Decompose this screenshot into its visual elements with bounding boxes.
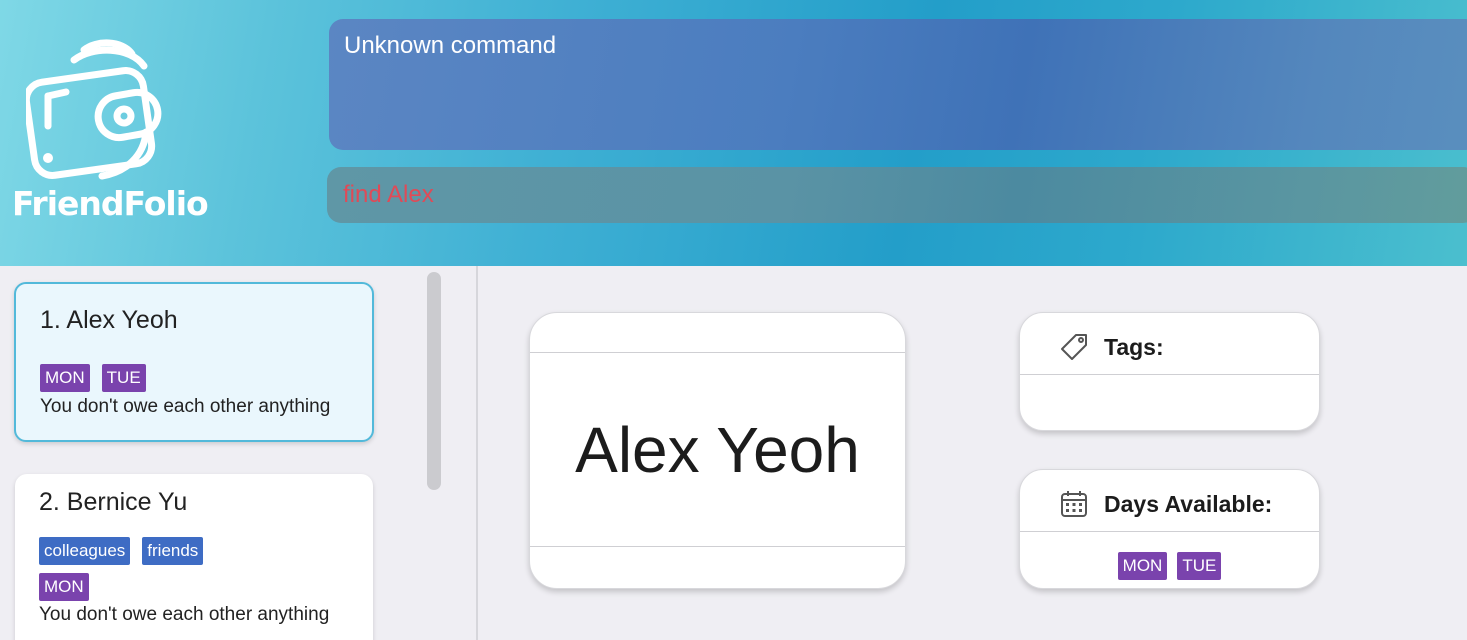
day-tag: TUE xyxy=(101,364,146,392)
person-card-name: 2. Bernice Yu xyxy=(39,488,188,516)
tag-icon xyxy=(1061,334,1087,360)
header: FriendFolio Unknown command xyxy=(0,0,1467,266)
calendar-icon xyxy=(1061,491,1087,517)
command-input[interactable] xyxy=(343,179,1443,211)
name-card-bottom-line xyxy=(530,546,905,547)
tags-title: Tags: xyxy=(1104,334,1164,360)
days-available-card: Days Available: MON TUE xyxy=(1019,469,1320,589)
day-tag: MON xyxy=(39,573,89,601)
debt-status: You don't owe each other anything xyxy=(40,396,331,417)
debt-status: You don't owe each other anything xyxy=(39,604,330,625)
day-tag: MON xyxy=(40,364,90,392)
result-display: Unknown command xyxy=(329,19,1467,150)
days-card-line xyxy=(1020,531,1319,532)
days-tag-row: MON xyxy=(39,573,101,601)
command-box[interactable] xyxy=(327,167,1467,223)
days-available-title: Days Available: xyxy=(1104,491,1273,517)
tags-card-line xyxy=(1020,374,1319,375)
app-name: FriendFolio xyxy=(12,184,209,223)
wallet-logo-icon xyxy=(26,39,162,180)
tags-card: Tags: xyxy=(1019,312,1320,431)
person-card-2[interactable]: 2. Bernice Yu colleagues friends MON You … xyxy=(15,474,373,640)
detail-name: Alex Yeoh xyxy=(575,414,860,486)
name-card-top-line xyxy=(530,352,905,353)
days-available-tags: MON TUE xyxy=(1020,552,1319,580)
days-tag-row: MON TUE xyxy=(40,364,158,392)
person-card-1[interactable]: 1. Alex Yeoh MON TUE You don't owe each o… xyxy=(14,282,374,442)
group-tag-row: colleagues friends xyxy=(39,537,215,565)
day-tag: MON xyxy=(1117,552,1168,580)
person-card-name: 1. Alex Yeoh xyxy=(40,306,178,334)
group-tag: friends xyxy=(142,537,204,565)
list-scrollbar[interactable] xyxy=(427,272,441,490)
person-list-panel[interactable]: 1. Alex Yeoh MON TUE You don't owe each o… xyxy=(0,266,477,640)
result-text: Unknown command xyxy=(344,32,557,59)
panel-divider xyxy=(476,266,478,640)
app-logo: FriendFolio xyxy=(12,36,209,226)
group-tag: colleagues xyxy=(39,537,131,565)
detail-name-card: Alex Yeoh xyxy=(529,312,906,589)
day-tag: TUE xyxy=(1177,552,1222,580)
